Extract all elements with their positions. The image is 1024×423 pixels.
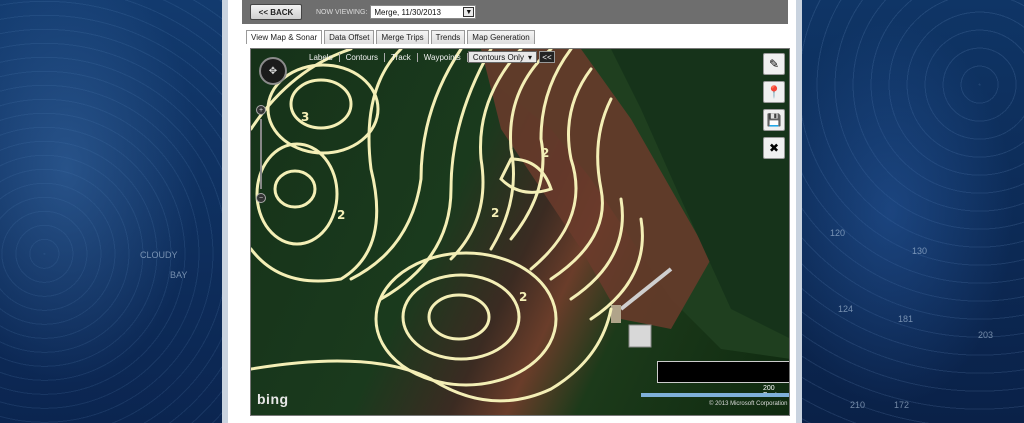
save-icon[interactable]: 💾 — [763, 109, 785, 131]
tab-data-offset[interactable]: Data Offset — [324, 30, 375, 44]
waypoints-toggle[interactable]: Waypoints — [418, 52, 468, 62]
main-panel: << BACK NOW VIEWING: Merge, 11/30/2013 ▼… — [228, 0, 796, 423]
chart-label: BAY — [170, 270, 188, 280]
zoom-control: + − — [255, 105, 267, 215]
top-toolbar: << BACK NOW VIEWING: Merge, 11/30/2013 ▼ — [242, 0, 788, 24]
svg-text:2: 2 — [337, 208, 345, 222]
nautical-chart-background-left: CLOUDY BAY — [0, 0, 222, 423]
back-button[interactable]: << BACK — [250, 4, 302, 20]
chart-label: 203 — [978, 330, 994, 340]
svg-text:3: 3 — [301, 110, 309, 124]
nautical-chart-background-right: 120 130 124 181 172 203 210 — [802, 0, 1024, 423]
chart-label: CLOUDY — [140, 250, 178, 260]
tab-map-generation[interactable]: Map Generation — [467, 30, 535, 44]
tab-trends[interactable]: Trends — [430, 30, 466, 44]
chart-label: 210 — [850, 400, 866, 410]
now-viewing-label: NOW VIEWING: — [316, 8, 368, 16]
collapse-toolbar-button[interactable]: << — [538, 51, 555, 63]
zoom-out-icon[interactable]: − — [256, 193, 266, 203]
map-side-tools: ✎ 📍 💾 ✖ — [763, 53, 785, 159]
edit-note-icon[interactable]: ✎ — [763, 53, 785, 75]
page-border-right — [796, 0, 802, 423]
marker-icon[interactable]: 📍 — [763, 81, 785, 103]
contours-mode-select[interactable]: Contours Only ▾ — [467, 51, 537, 63]
map-view[interactable]: 2 3 2 2 2 Labels Contours Track Waypoint… — [250, 48, 790, 416]
contours-toggle[interactable]: Contours — [340, 52, 386, 62]
pan-control[interactable]: ✥ — [259, 57, 287, 85]
chart-label: 130 — [912, 246, 928, 256]
bing-logo: bing — [257, 391, 289, 407]
info-overlay-box — [657, 361, 789, 383]
zoom-in-icon[interactable]: + — [256, 105, 266, 115]
now-viewing-value: Merge, 11/30/2013 — [374, 7, 441, 17]
chart-label: 124 — [838, 304, 854, 314]
map-layer-toolbar: Labels Contours Track Waypoints Contours… — [303, 51, 555, 63]
contours-mode-value: Contours Only — [472, 52, 524, 62]
zoom-slider-track[interactable] — [260, 119, 262, 189]
labels-toggle[interactable]: Labels — [303, 52, 340, 62]
track-toggle[interactable]: Track — [385, 52, 418, 62]
scale-bar — [641, 393, 789, 397]
svg-text:2: 2 — [491, 206, 499, 220]
svg-text:2: 2 — [519, 290, 527, 304]
chart-label: 181 — [898, 314, 914, 324]
now-viewing-select[interactable]: Merge, 11/30/2013 ▼ — [370, 5, 477, 19]
copyright-text: © 2013 Microsoft Corporation — [709, 401, 788, 407]
chart-label: 120 — [830, 228, 846, 238]
chevron-down-icon: ▾ — [527, 52, 532, 62]
delete-icon[interactable]: ✖ — [763, 137, 785, 159]
compass-arrows-icon: ✥ — [268, 65, 278, 77]
tab-merge-trips[interactable]: Merge Trips — [376, 30, 429, 44]
tab-view-map-sonar[interactable]: View Map & Sonar — [246, 30, 323, 44]
svg-text:2: 2 — [541, 146, 549, 160]
chevron-down-icon[interactable]: ▼ — [463, 7, 475, 17]
chart-label: 172 — [894, 400, 910, 410]
tab-bar: View Map & Sonar Data Offset Merge Trips… — [246, 30, 535, 44]
